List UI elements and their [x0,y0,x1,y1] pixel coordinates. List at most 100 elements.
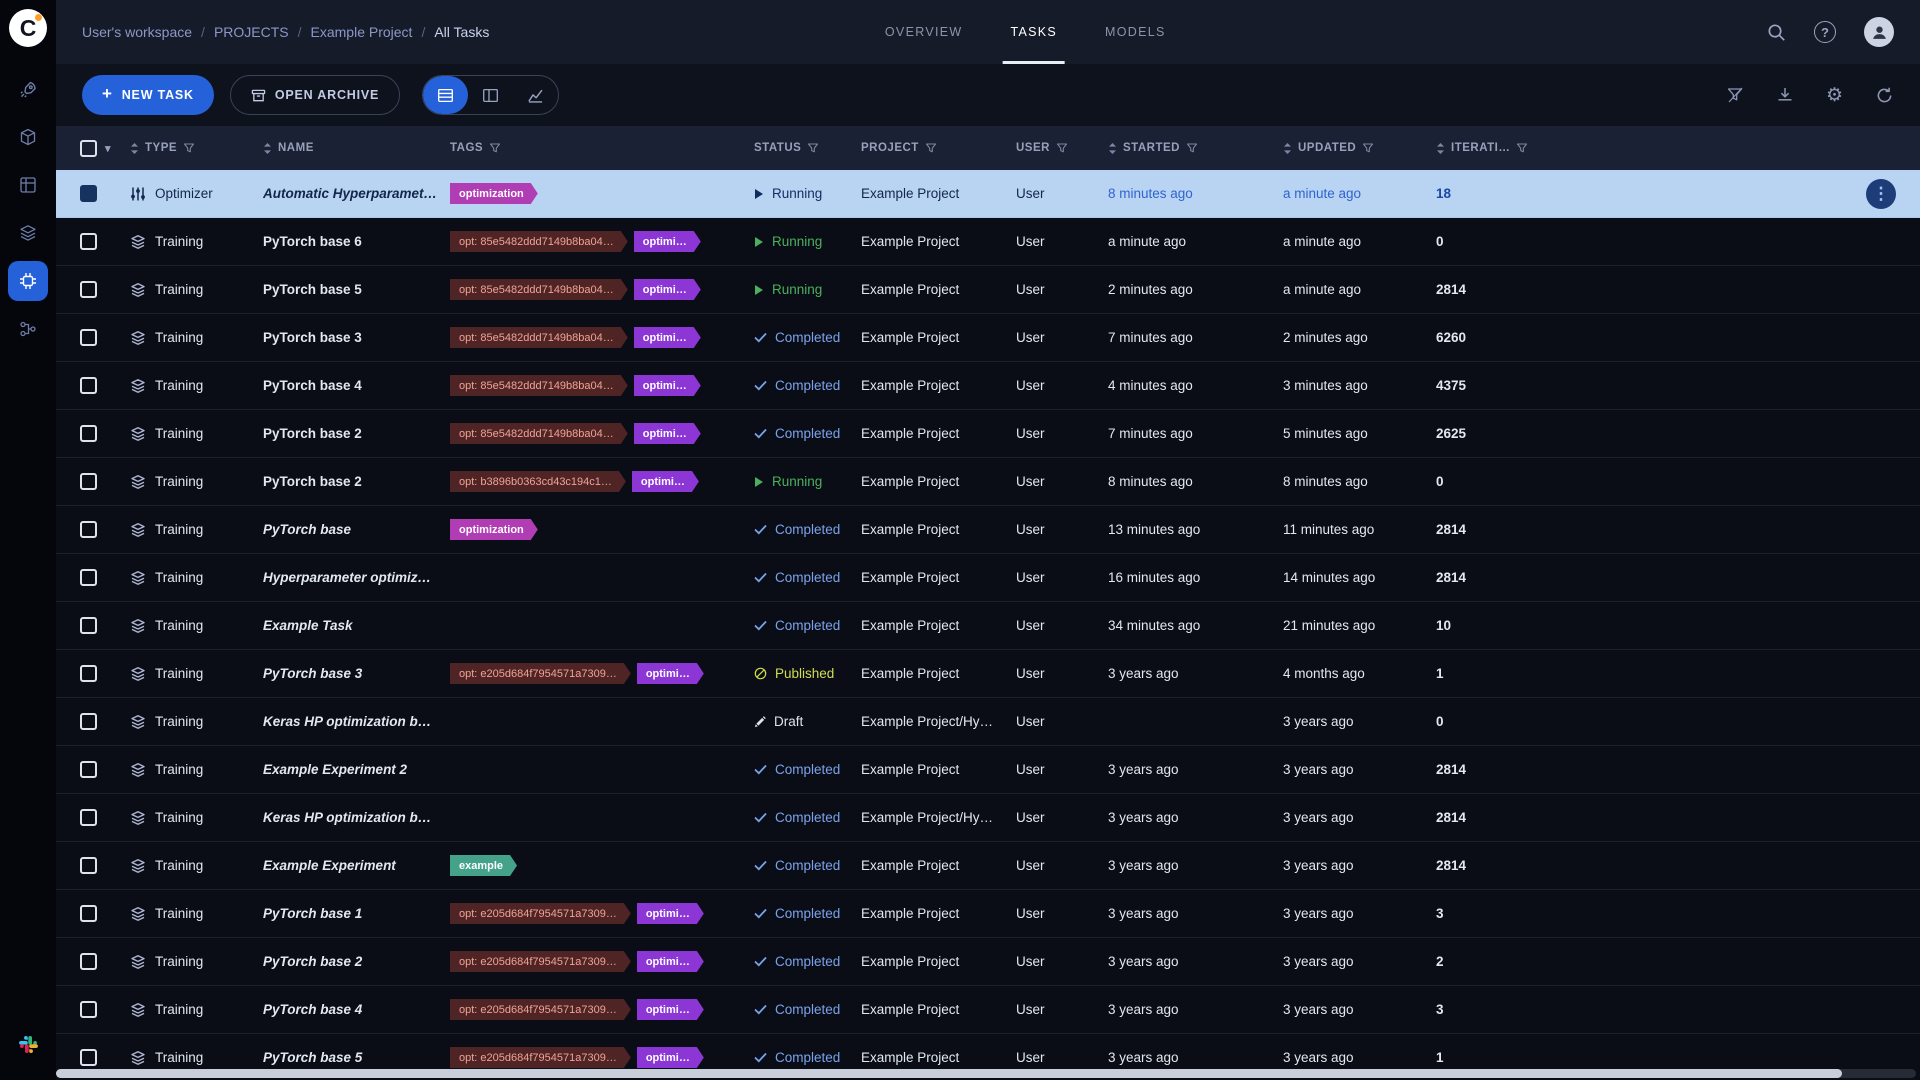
row-checkbox[interactable] [80,1049,97,1066]
tag[interactable]: optimi… [634,375,701,396]
tag[interactable]: opt: e205d684f7954571a7309… [450,903,631,924]
task-name[interactable]: PyTorch base 3 [263,666,450,681]
task-row[interactable]: TrainingPyTorch base 6opt: 85e5482ddd714… [56,218,1920,266]
tag[interactable]: optimi… [632,471,699,492]
tag[interactable]: opt: e205d684f7954571a7309… [450,951,631,972]
row-checkbox[interactable] [80,233,97,250]
help-icon[interactable]: ? [1814,21,1836,43]
tag[interactable]: optimi… [637,951,704,972]
task-name[interactable]: PyTorch base 1 [263,906,450,921]
tag[interactable]: opt: 85e5482ddd7149b8ba04… [450,231,628,252]
row-checkbox[interactable] [80,185,97,202]
row-checkbox[interactable] [80,425,97,442]
column-header-name[interactable]: NAME [263,142,450,155]
applications-icon[interactable] [8,261,48,301]
tag[interactable]: optimi… [637,1047,704,1068]
task-row[interactable]: TrainingPyTorch base 2opt: b3896b0363cd4… [56,458,1920,506]
column-header-updated[interactable]: UPDATED [1283,142,1436,155]
column-header-project[interactable]: PROJECT [861,142,1016,154]
row-checkbox[interactable] [80,809,97,826]
reports-icon[interactable] [8,165,48,205]
task-name[interactable]: PyTorch base 2 [263,474,450,489]
search-icon[interactable] [1767,23,1786,42]
task-name[interactable]: Example Task [263,618,450,633]
column-header-select[interactable]: ▾ [56,140,130,157]
tag[interactable]: opt: e205d684f7954571a7309… [450,999,631,1020]
chart-view-icon[interactable] [513,76,558,114]
tag[interactable]: opt: 85e5482ddd7149b8ba04… [450,279,628,300]
task-row[interactable]: TrainingPyTorch base 5opt: 85e5482ddd714… [56,266,1920,314]
task-name[interactable]: PyTorch base 3 [263,330,450,345]
task-row[interactable]: TrainingExample ExperimentexampleComplet… [56,842,1920,890]
tag[interactable]: opt: 85e5482ddd7149b8ba04… [450,327,628,348]
task-name[interactable]: Keras HP optimization base [263,714,450,729]
filter-icon[interactable] [1186,142,1198,154]
column-header-user[interactable]: USER [1016,142,1108,154]
task-name[interactable]: Example Experiment [263,858,450,873]
task-name[interactable]: Automatic Hyperparamete… [263,186,450,201]
sort-icon[interactable] [263,142,272,155]
column-header-status[interactable]: STATUS [754,142,861,154]
row-checkbox[interactable] [80,665,97,682]
task-row[interactable]: TrainingExample Experiment 2CompletedExa… [56,746,1920,794]
task-name[interactable]: PyTorch base 5 [263,282,450,297]
task-name[interactable]: PyTorch base 6 [263,234,450,249]
breadcrumb-projects[interactable]: PROJECTS [214,24,289,40]
open-archive-button[interactable]: OPEN ARCHIVE [230,75,400,115]
chevron-down-icon[interactable]: ▾ [105,142,111,155]
select-all-checkbox[interactable] [80,140,97,157]
filter-icon[interactable] [1362,142,1374,154]
tag[interactable]: optimi… [634,279,701,300]
filter-icon[interactable] [1056,142,1068,154]
task-row[interactable]: TrainingPyTorch base 3opt: e205d684f7954… [56,650,1920,698]
tag[interactable]: opt: b3896b0363cd43c194c1… [450,471,626,492]
tab-overview[interactable]: OVERVIEW [885,0,963,64]
datasets-icon[interactable] [8,117,48,157]
split-view-icon[interactable] [468,76,513,114]
row-checkbox[interactable] [80,617,97,634]
task-name[interactable]: PyTorch base 2 [263,426,450,441]
row-menu-button[interactable]: ⋮ [1866,179,1896,209]
task-row[interactable]: TrainingKeras HP optimization baseDraftE… [56,698,1920,746]
pipelines-icon[interactable] [8,213,48,253]
tag[interactable]: optimi… [634,327,701,348]
task-row[interactable]: TrainingPyTorch base 2opt: e205d684f7954… [56,938,1920,986]
column-header-started[interactable]: STARTED [1108,142,1283,155]
task-name[interactable]: Keras HP optimization base [263,810,450,825]
task-row[interactable]: TrainingHyperparameter optimizati…Comple… [56,554,1920,602]
task-name[interactable]: PyTorch base [263,522,450,537]
filter-icon[interactable] [489,142,501,154]
task-row[interactable]: TrainingPyTorch base 4opt: e205d684f7954… [56,986,1920,1034]
settings-icon[interactable]: ⚙ [1826,84,1843,107]
filter-icon[interactable] [183,142,195,154]
row-checkbox[interactable] [80,377,97,394]
sort-icon[interactable] [1283,142,1292,155]
task-name[interactable]: PyTorch base 4 [263,378,450,393]
row-checkbox[interactable] [80,761,97,778]
scrollbar-thumb[interactable] [56,1069,1842,1078]
column-header-iterati[interactable]: ITERATI… [1436,142,1560,155]
tag[interactable]: opt: 85e5482ddd7149b8ba04… [450,423,628,444]
tag[interactable]: optimi… [634,423,701,444]
table-view-icon[interactable] [423,76,468,114]
row-checkbox[interactable] [80,905,97,922]
horizontal-scrollbar[interactable] [56,1069,1916,1078]
tag[interactable]: opt: e205d684f7954571a7309… [450,663,631,684]
task-row[interactable]: TrainingPyTorch base 3opt: 85e5482ddd714… [56,314,1920,362]
workers-icon[interactable] [8,309,48,349]
tab-models[interactable]: MODELS [1105,0,1166,64]
task-row[interactable]: TrainingPyTorch base 1opt: e205d684f7954… [56,890,1920,938]
task-row[interactable]: TrainingExample TaskCompletedExample Pro… [56,602,1920,650]
task-row[interactable]: TrainingPyTorch base 2opt: 85e5482ddd714… [56,410,1920,458]
task-row[interactable]: TrainingPyTorch baseoptimizationComplete… [56,506,1920,554]
task-name[interactable]: PyTorch base 5 [263,1050,450,1065]
avatar-icon[interactable] [1864,17,1894,47]
breadcrumb-current[interactable]: All Tasks [434,24,489,40]
task-name[interactable]: Hyperparameter optimizati… [263,570,450,585]
column-header-type[interactable]: TYPE [130,142,263,155]
row-checkbox[interactable] [80,569,97,586]
slack-icon[interactable] [8,1024,48,1064]
filter-icon[interactable] [807,142,819,154]
breadcrumb-workspace[interactable]: User's workspace [82,24,192,40]
row-checkbox[interactable] [80,953,97,970]
